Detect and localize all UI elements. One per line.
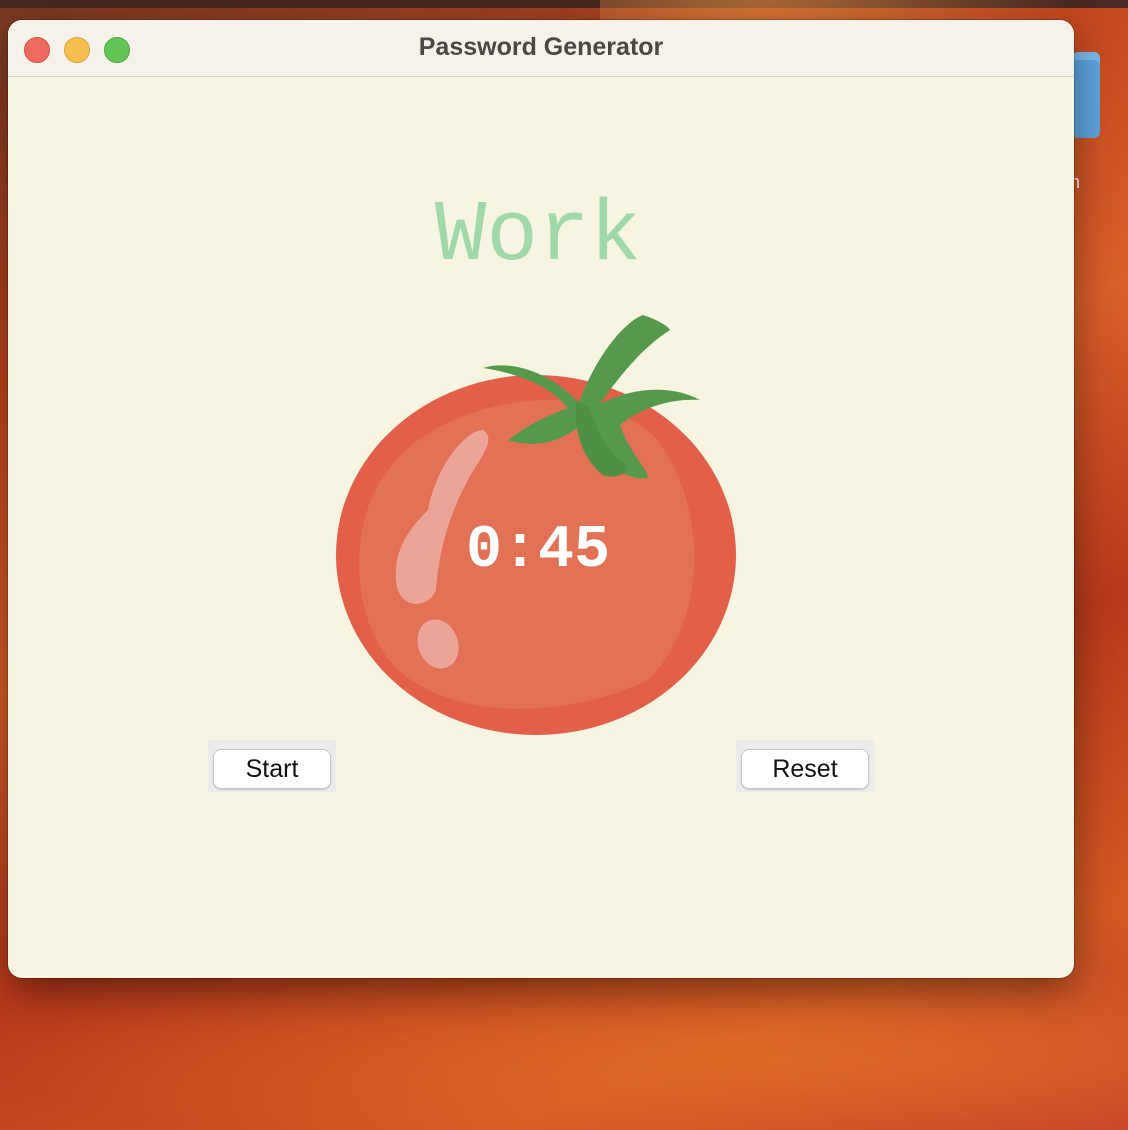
title-bar[interactable]: Password Generator — [8, 20, 1074, 77]
timer-heading: Work — [434, 187, 642, 285]
start-button-frame: Start — [208, 740, 336, 792]
reset-button-frame: Reset — [736, 740, 874, 792]
desktop-folder-icon[interactable] — [1072, 52, 1100, 138]
start-button[interactable]: Start — [213, 749, 331, 789]
desktop-wallpaper-lower — [0, 960, 1128, 1130]
app-window: Password Generator Work 0:45 Start Reset — [8, 20, 1074, 978]
timer-display: 0:45 — [465, 517, 611, 585]
reset-button[interactable]: Reset — [741, 749, 869, 789]
window-title: Password Generator — [418, 33, 664, 61]
